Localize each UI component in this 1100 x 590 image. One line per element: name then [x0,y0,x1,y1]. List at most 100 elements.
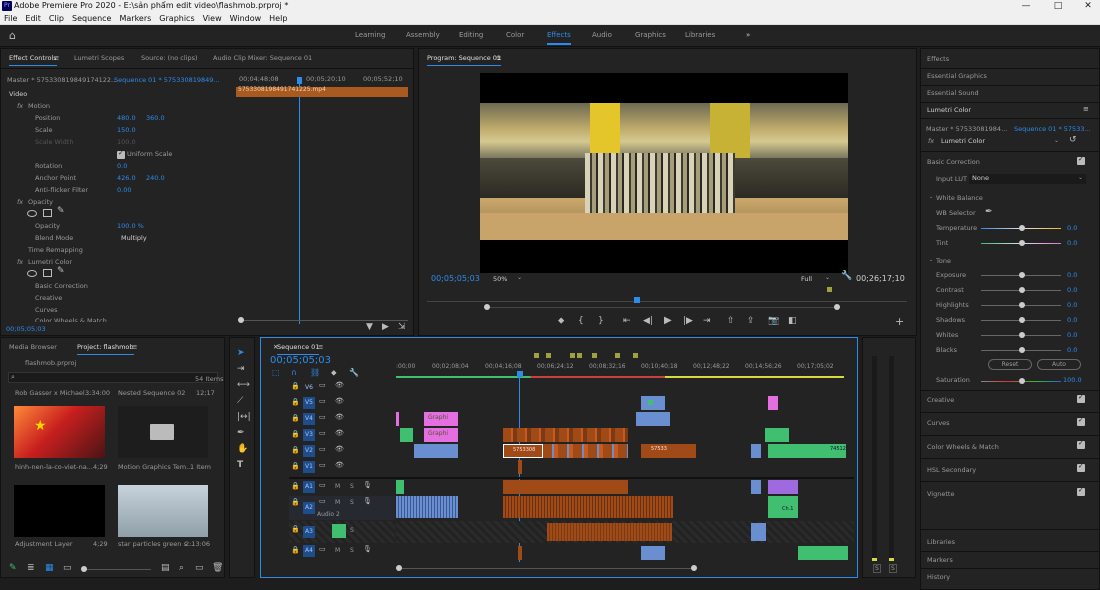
track-select-tool-icon[interactable]: ⇥ [237,364,245,374]
program-zoom-bar[interactable] [484,304,840,310]
quality-dropdown[interactable]: Full [801,273,812,285]
pen-mask-icon[interactable]: ✎ [57,206,65,216]
basic-correction-checkbox[interactable] [1077,155,1085,165]
temperature-value[interactable]: 0.0 [1067,222,1077,234]
scale-value[interactable]: 150.0 [117,124,136,136]
workspace-audio[interactable]: Audio [592,31,612,39]
filter-icon[interactable]: ▼ [366,322,373,332]
snap-icon[interactable]: ∩ [291,368,297,377]
workspace-effects[interactable]: Effects [547,31,571,45]
lumetri-effect-label[interactable]: Lumetri Color [28,256,72,268]
sync-lock-icon[interactable]: ▭ [319,545,326,553]
workspace-libraries[interactable]: Libraries [685,31,715,39]
clip[interactable] [774,396,778,410]
audio-clip[interactable]: Ch.1 [768,496,798,518]
close-icon[interactable]: ✕ [1073,0,1100,13]
nest-icon[interactable]: ⬚ [272,368,280,377]
hsl-secondary-section[interactable]: HSL Secondary [927,464,976,476]
vignette-checkbox[interactable] [1077,486,1085,496]
lumetri-fx-icon[interactable]: fx [17,256,23,268]
graphic-clip[interactable]: Graphi [424,428,458,442]
input-lut-dropdown[interactable]: None ⌄ [969,174,1086,184]
lock-icon[interactable]: 🔒 [291,398,300,406]
tone-value[interactable]: 0.0 [1067,284,1077,296]
panel-markers[interactable]: Markers [927,554,953,566]
track-v3[interactable]: V3 [303,429,315,441]
lumetri-sequence-dropdown[interactable]: Sequence 01 * 57533... [1014,123,1091,135]
tab-effect-controls[interactable]: Effect Controls [9,54,57,66]
tone-collapse-icon[interactable]: ⌄ [929,254,933,266]
timeline-scrollbar[interactable] [396,565,697,571]
clip[interactable] [518,460,522,474]
ec-timecode[interactable]: 00;05;05;03 [6,323,46,335]
play-audio-icon[interactable]: ▶ [382,322,389,332]
lock-icon[interactable]: 🔒 [291,414,300,422]
tone-value[interactable]: 0.0 [1067,269,1077,281]
sync-lock-icon[interactable]: ▭ [319,413,326,421]
lock-icon[interactable]: 🔒 [291,430,300,438]
blend-mode-dropdown[interactable]: Multiply [121,232,147,244]
anchor-y-value[interactable]: 240.0 [146,172,165,184]
clip[interactable] [641,546,665,560]
button-editor-plus-icon[interactable]: + [895,315,904,328]
panel-lumetri-color[interactable]: Lumetri Color [927,104,971,116]
clip[interactable] [543,444,628,458]
clip[interactable] [396,412,399,426]
clip[interactable] [414,444,458,458]
track-a3[interactable]: A3 [303,526,315,538]
pen-tool-icon[interactable]: ✒ [237,428,245,438]
go-to-in-icon[interactable]: ⇤ [623,316,631,326]
solo-right-button[interactable]: S [889,564,897,573]
white-balance-header[interactable]: White Balance [936,192,983,204]
freeform-view-icon[interactable]: ▭ [63,563,72,573]
tab-project[interactable]: Project: flashmob [77,343,134,355]
rotation-value[interactable]: 0.0 [117,160,127,172]
export-frame-icon[interactable]: 📷 [768,316,779,326]
hand-tool-icon[interactable]: ✋ [237,444,248,454]
contrast-slider[interactable] [981,287,1061,293]
write-pencil-icon[interactable]: ✎ [9,563,17,573]
clip[interactable] [751,444,761,458]
lumetri-pen-mask-icon[interactable]: ✎ [57,266,65,276]
position-x-value[interactable]: 480.0 [117,112,136,124]
panel-libraries[interactable]: Libraries [927,536,955,548]
time-remapping-label[interactable]: Time Remapping [28,244,83,256]
new-bin-icon[interactable]: ▭ [195,563,204,573]
track-v5[interactable]: V5 [303,397,315,409]
clip[interactable] [798,546,848,560]
panel-effects[interactable]: Effects [927,53,949,65]
track-v6[interactable]: V6 [303,382,315,394]
auto-button[interactable]: Auto [1037,359,1081,370]
eye-icon[interactable]: 👁 [335,381,344,389]
fx-chevron-icon[interactable]: ⌄ [1054,137,1059,144]
tab-lumetri-scopes[interactable]: Lumetri Scopes [74,54,124,62]
type-tool-icon[interactable]: T [237,460,243,470]
eye-icon[interactable]: 👁 [335,461,344,469]
vignette-section[interactable]: Vignette [927,488,954,500]
panel-essential-graphics[interactable]: Essential Graphics [927,70,987,82]
settings-wrench-icon[interactable]: 🔧 [841,271,852,281]
workspace-color[interactable]: Color [506,31,524,39]
audio-clip[interactable] [547,523,672,541]
project-menu-icon[interactable]: ≡ [132,343,137,351]
tone-value[interactable]: 0.0 [1067,299,1077,311]
lock-icon[interactable]: 🔒 [291,462,300,470]
rectangle-mask-icon[interactable] [43,209,52,217]
exposure-slider[interactable] [981,272,1061,278]
program-timecode[interactable]: 00;05;05;03 [431,273,480,285]
saturation-slider[interactable] [981,378,1061,384]
home-icon[interactable]: ⌂ [9,29,16,42]
sync-lock-icon[interactable]: ▭ [319,381,326,389]
tab-audio-clip-mixer[interactable]: Audio Clip Mixer: Sequence 01 [213,54,312,62]
timeline-marker[interactable] [615,353,620,358]
timeline-ruler[interactable]: :00;00 00;02;08;04 00;04;16;08 00;06;24;… [396,363,854,377]
menu-sequence[interactable]: Sequence [68,13,115,24]
tone-header[interactable]: Tone [936,255,951,267]
selection-tool-icon[interactable]: ➤ [237,348,245,358]
find-icon[interactable]: ⌕ [179,563,184,573]
tone-value[interactable]: 0.0 [1067,344,1077,356]
solo-icon[interactable]: S [350,547,354,554]
automate-icon[interactable]: ▤ [161,563,170,573]
hsl-checkbox[interactable] [1077,462,1085,472]
thumb-flag[interactable]: ★ [14,406,105,458]
